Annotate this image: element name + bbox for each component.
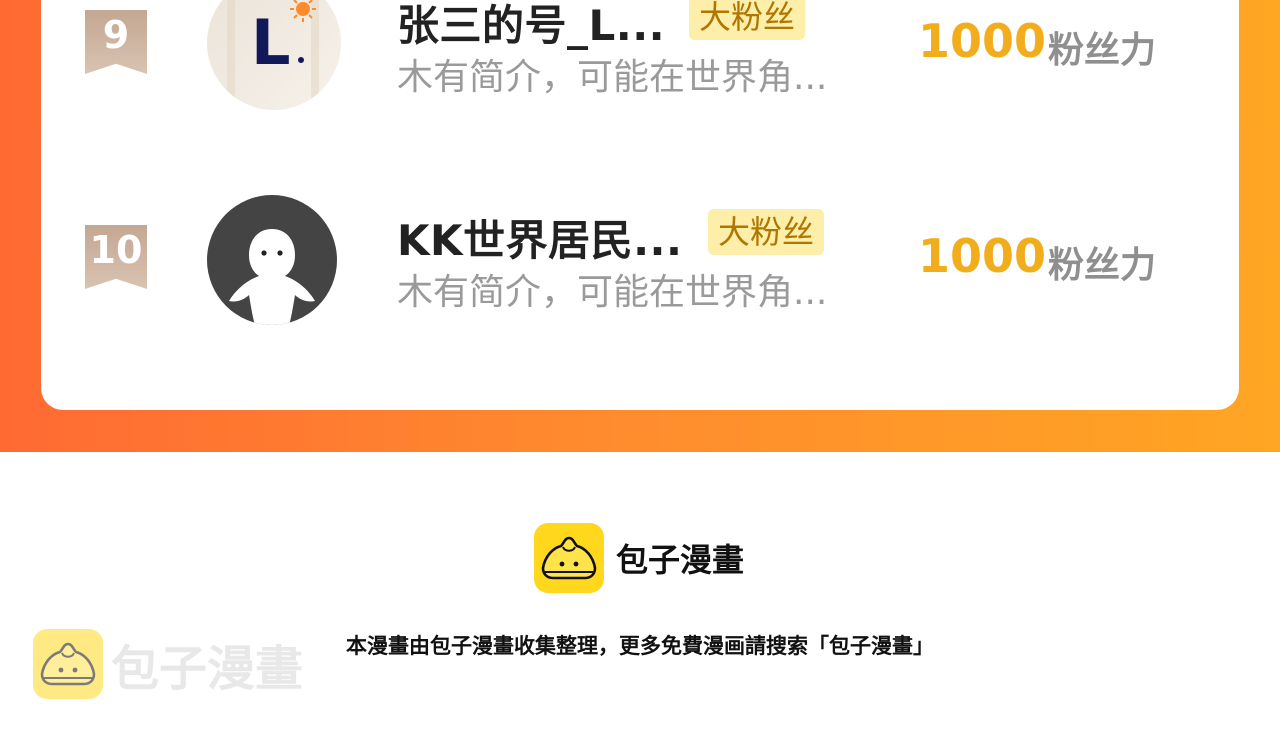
user-name[interactable]: 张三的号_L... — [397, 0, 665, 53]
brand-name: 包子漫畫 — [616, 541, 745, 579]
fan-power-value: 1000 — [918, 14, 1047, 68]
ranking-card: 9 L 张三的号_L... 大粉丝 木有简介，可能在世界角... 1000 粉丝… — [41, 0, 1239, 410]
brand-block[interactable]: 包子漫畫 — [534, 523, 744, 593]
svg-text:L: L — [251, 6, 291, 79]
user-avatar[interactable]: L — [207, 0, 341, 110]
watermark: 包子漫畫 — [33, 629, 303, 699]
fan-level-badge: 大粉丝 — [708, 209, 825, 255]
ranking-row[interactable]: 9 L 张三的号_L... 大粉丝 木有简介，可能在世界角... 1000 粉丝… — [41, 0, 1239, 120]
fan-power-value: 1000 — [918, 229, 1047, 283]
watermark-bun-icon — [33, 629, 103, 699]
fan-level-badge: 大粉丝 — [689, 0, 806, 40]
ranking-background: 9 L 张三的号_L... 大粉丝 木有简介，可能在世界角... 1000 粉丝… — [0, 0, 1280, 452]
bun-logo-icon — [534, 523, 604, 593]
rank-ribbon: 10 — [85, 225, 147, 289]
fan-power-label: 粉丝力 — [1048, 30, 1157, 71]
user-avatar[interactable] — [207, 195, 337, 325]
rank-ribbon: 9 — [85, 10, 147, 74]
user-bio: 木有简介，可能在世界角... — [397, 57, 828, 98]
user-bio: 木有简介，可能在世界角... — [397, 272, 828, 313]
letter-l-avatar-icon: L — [207, 0, 341, 110]
fan-power-label: 粉丝力 — [1048, 245, 1157, 286]
user-name[interactable]: KK世界居民... — [397, 207, 682, 268]
ranking-row[interactable]: 10 KK世界居民... 大粉丝 木有简介，可能在世界角... 1000 粉丝力 — [41, 195, 1239, 335]
watermark-text: 包子漫畫 — [111, 641, 304, 697]
default-ghost-avatar-icon — [207, 195, 337, 325]
